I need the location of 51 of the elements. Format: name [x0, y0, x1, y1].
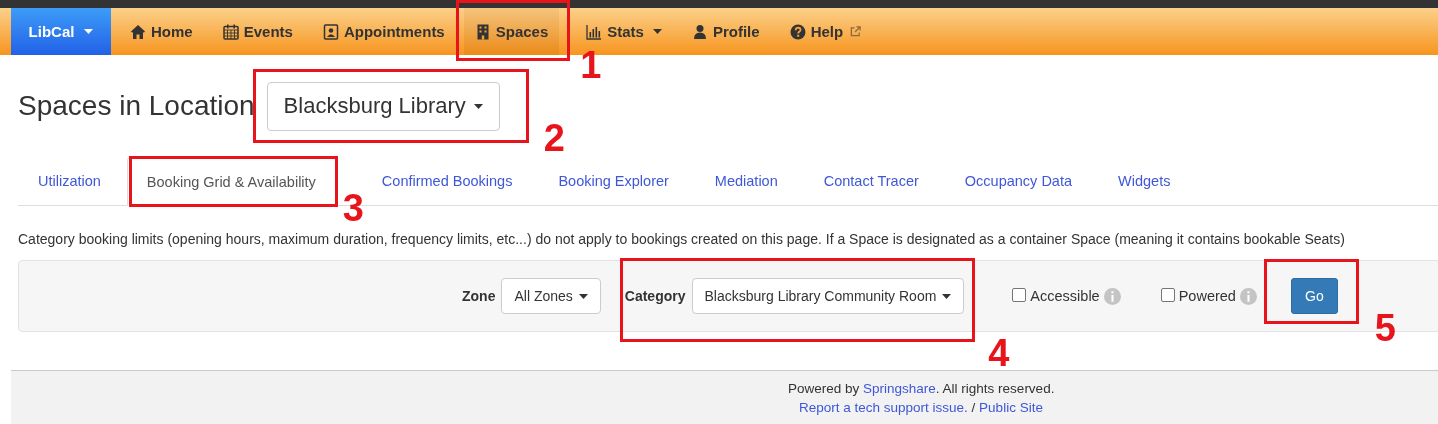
tab[interactable]: Contact Tracer — [803, 157, 939, 205]
contact-card-icon — [322, 23, 339, 40]
checkbox-label: Accessible — [1030, 288, 1100, 304]
springshare-link[interactable]: Springshare — [863, 381, 936, 396]
nav-item[interactable]: Appointments — [311, 8, 456, 55]
nav-item[interactable]: Profile — [680, 8, 771, 55]
nav-item[interactable]: Home — [119, 8, 204, 55]
support-link[interactable]: Report a tech support issue. — [799, 398, 968, 417]
caret-icon — [578, 293, 588, 299]
tab[interactable]: Booking Grid & Availability — [126, 157, 336, 206]
checkbox-label: Powered — [1178, 288, 1236, 304]
tab[interactable]: Occupancy Data — [944, 157, 1093, 205]
nav-item[interactable]: Events — [211, 8, 304, 55]
tab[interactable]: Utilization — [18, 157, 121, 205]
home-icon — [130, 23, 146, 40]
public-site-link[interactable]: Public Site — [979, 398, 1043, 417]
external-link-icon — [850, 26, 862, 37]
footer-text: Powered by Springshare. All rights reserved. — [787, 380, 1056, 398]
notice-text: Category booking limits (opening hours, maximum duration, frequency limits, etc...) do not apply to bookings created on this page. If a Space is designated as a container Space (meaning it contains bookable Seats) — [18, 231, 1346, 247]
caret-icon — [652, 29, 662, 34]
brand-menu[interactable]: LibCal — [11, 8, 111, 55]
separator: / — [970, 399, 977, 417]
checkbox[interactable] — [1160, 287, 1175, 302]
tab[interactable]: Booking Explorer — [538, 157, 689, 205]
caret-icon — [473, 103, 483, 109]
info-icon — [1103, 287, 1121, 305]
checkbox[interactable] — [1012, 287, 1027, 302]
nav-item[interactable]: Help — [778, 8, 873, 55]
tab[interactable]: Mediation — [694, 157, 798, 205]
tab[interactable]: Widgets — [1098, 157, 1191, 205]
tab[interactable]: Confirmed Bookings — [361, 157, 533, 205]
callout-number: 4 — [988, 334, 1010, 372]
page-title: Spaces in Location — [18, 90, 255, 122]
info-icon — [1239, 287, 1257, 305]
bar-chart-icon — [586, 23, 603, 40]
zone-dropdown[interactable]: All Zones — [501, 278, 601, 314]
location-dropdown[interactable]: Blacksburg Library — [266, 81, 500, 131]
callout-number: 2 — [543, 118, 565, 157]
field-label: Zone — [462, 288, 496, 304]
user-icon — [691, 23, 708, 40]
callout-number: 1 — [580, 46, 602, 84]
caret-icon — [942, 293, 952, 299]
caret-icon — [84, 29, 94, 34]
callout-number: 5 — [1374, 309, 1396, 347]
field-label: Category — [624, 288, 686, 304]
calendar-icon — [222, 23, 239, 40]
category-dropdown[interactable]: Blacksburg Library Community Room — [691, 278, 965, 314]
callout-number: 3 — [342, 189, 364, 227]
nav-item[interactable]: Spaces — [463, 8, 560, 55]
go-button[interactable]: Go — [1290, 278, 1338, 314]
help-icon — [789, 23, 806, 40]
